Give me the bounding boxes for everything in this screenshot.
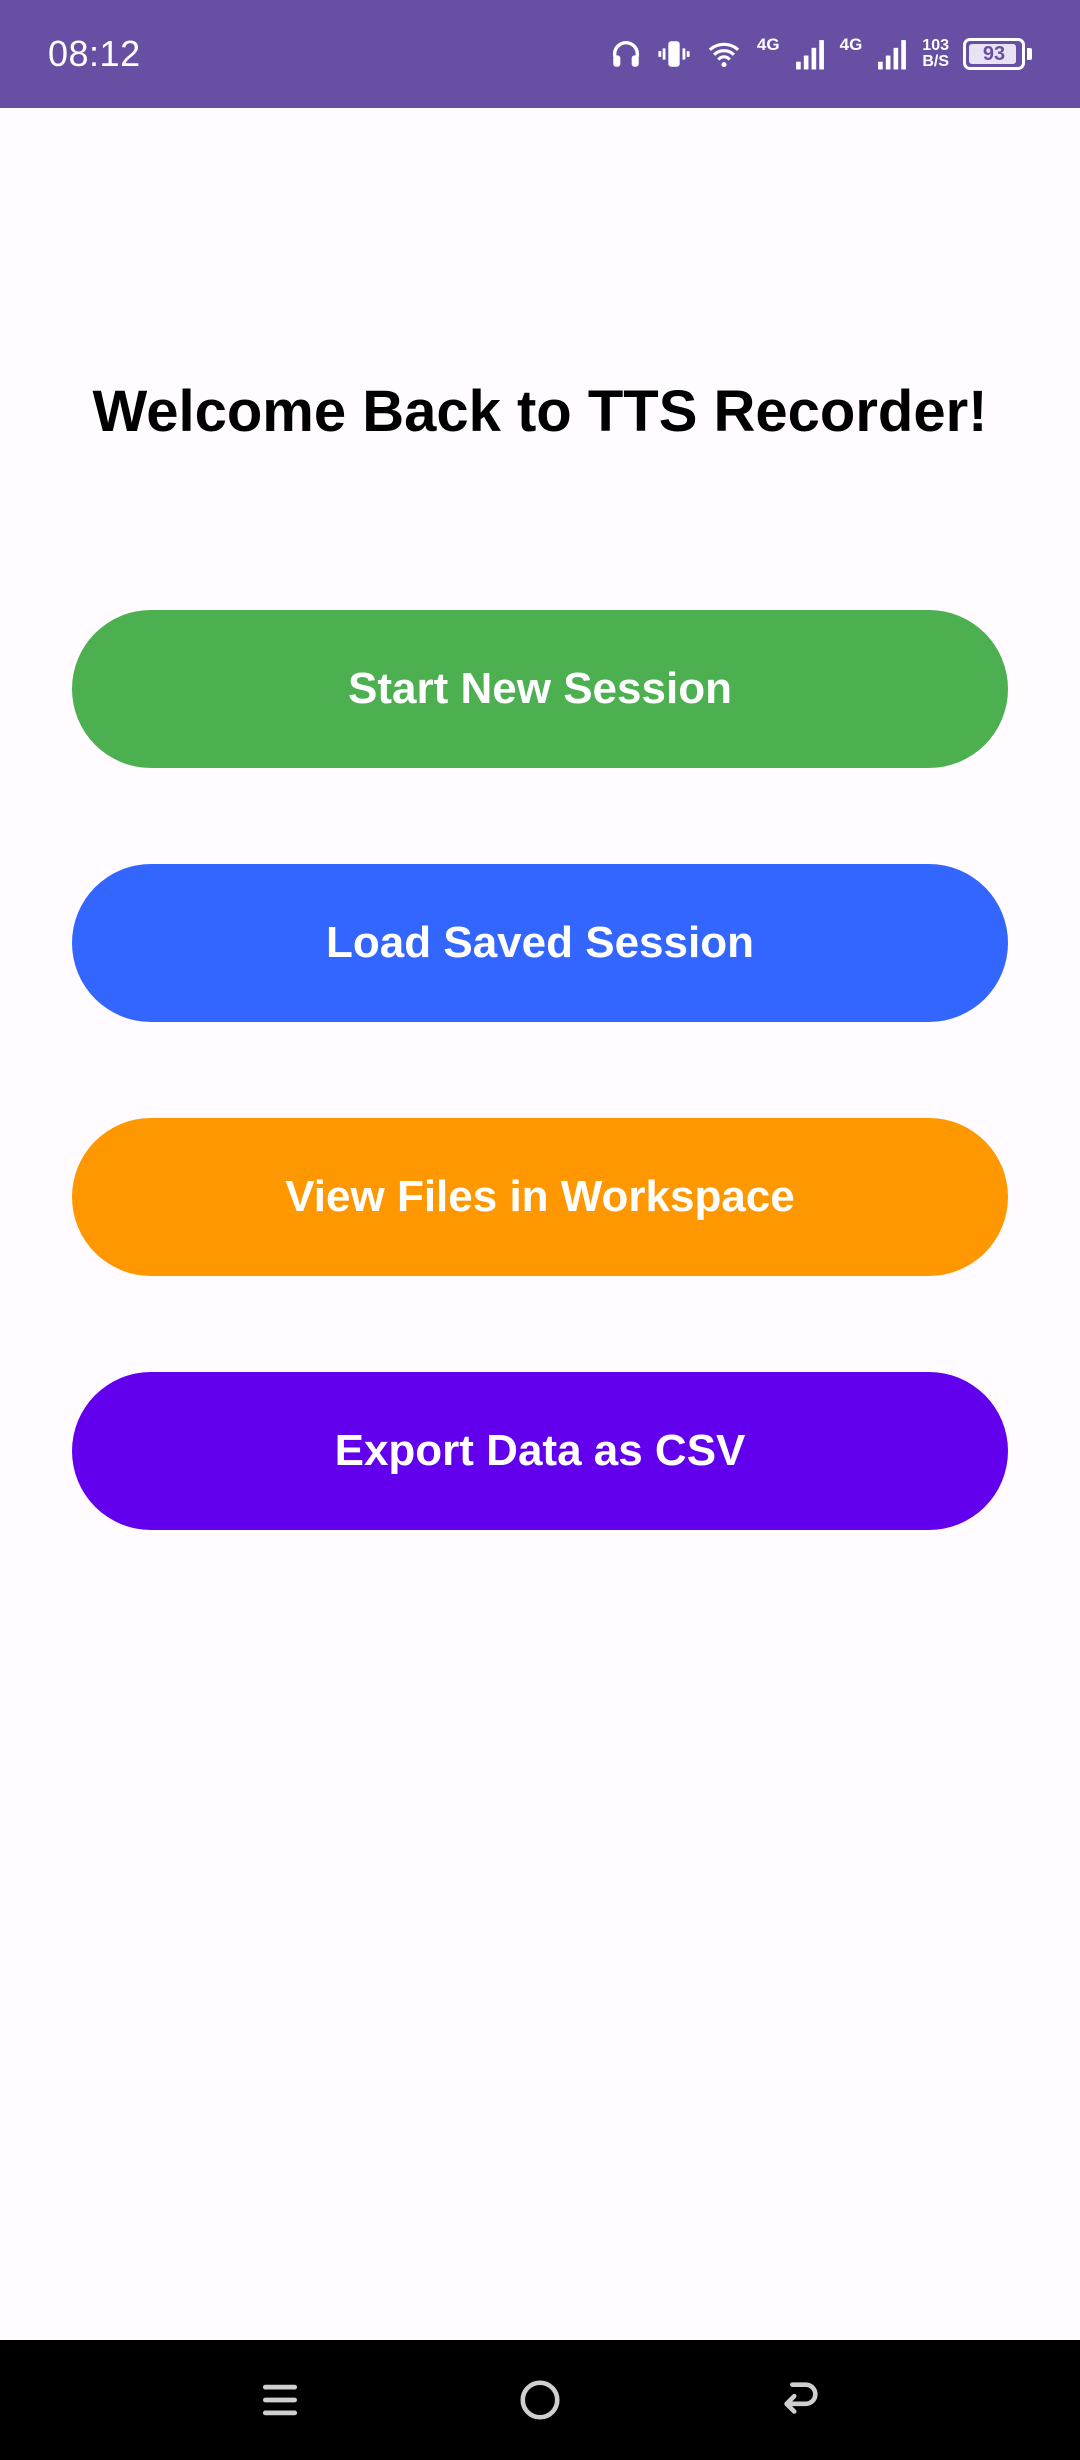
battery-level: 93	[982, 42, 1006, 65]
main-content: Welcome Back to TTS Recorder! Start New …	[0, 108, 1080, 2340]
menu-icon[interactable]	[225, 2355, 335, 2445]
network-type-2: 4G	[839, 34, 863, 54]
signal-icon	[876, 37, 908, 71]
wifi-icon	[705, 37, 743, 71]
back-icon[interactable]	[745, 2355, 855, 2445]
load-saved-session-button[interactable]: Load Saved Session	[72, 864, 1008, 1022]
battery-body: 93	[963, 38, 1025, 70]
vibrate-icon	[657, 37, 691, 71]
page-title: Welcome Back to TTS Recorder!	[92, 379, 988, 444]
signal-icon	[794, 37, 826, 71]
network-type-1: 4G	[756, 34, 780, 54]
navigation-bar	[0, 2340, 1080, 2460]
view-files-button[interactable]: View Files in Workspace	[72, 1118, 1008, 1276]
speed-unit: B/S	[922, 53, 949, 70]
status-time: 08:12	[48, 33, 141, 74]
status-bar: 08:12 4G 4G 103 B/S 93	[0, 0, 1080, 108]
network-speed: 103 B/S	[922, 38, 949, 70]
export-csv-button[interactable]: Export Data as CSV	[72, 1372, 1008, 1530]
home-icon[interactable]	[485, 2355, 595, 2445]
status-icons: 4G 4G 103 B/S 93	[609, 34, 1032, 71]
headphones-icon	[609, 37, 643, 71]
speed-value: 103	[922, 37, 949, 54]
battery-icon: 93	[963, 38, 1032, 70]
battery-tip	[1027, 48, 1032, 60]
start-new-session-button[interactable]: Start New Session	[72, 610, 1008, 768]
